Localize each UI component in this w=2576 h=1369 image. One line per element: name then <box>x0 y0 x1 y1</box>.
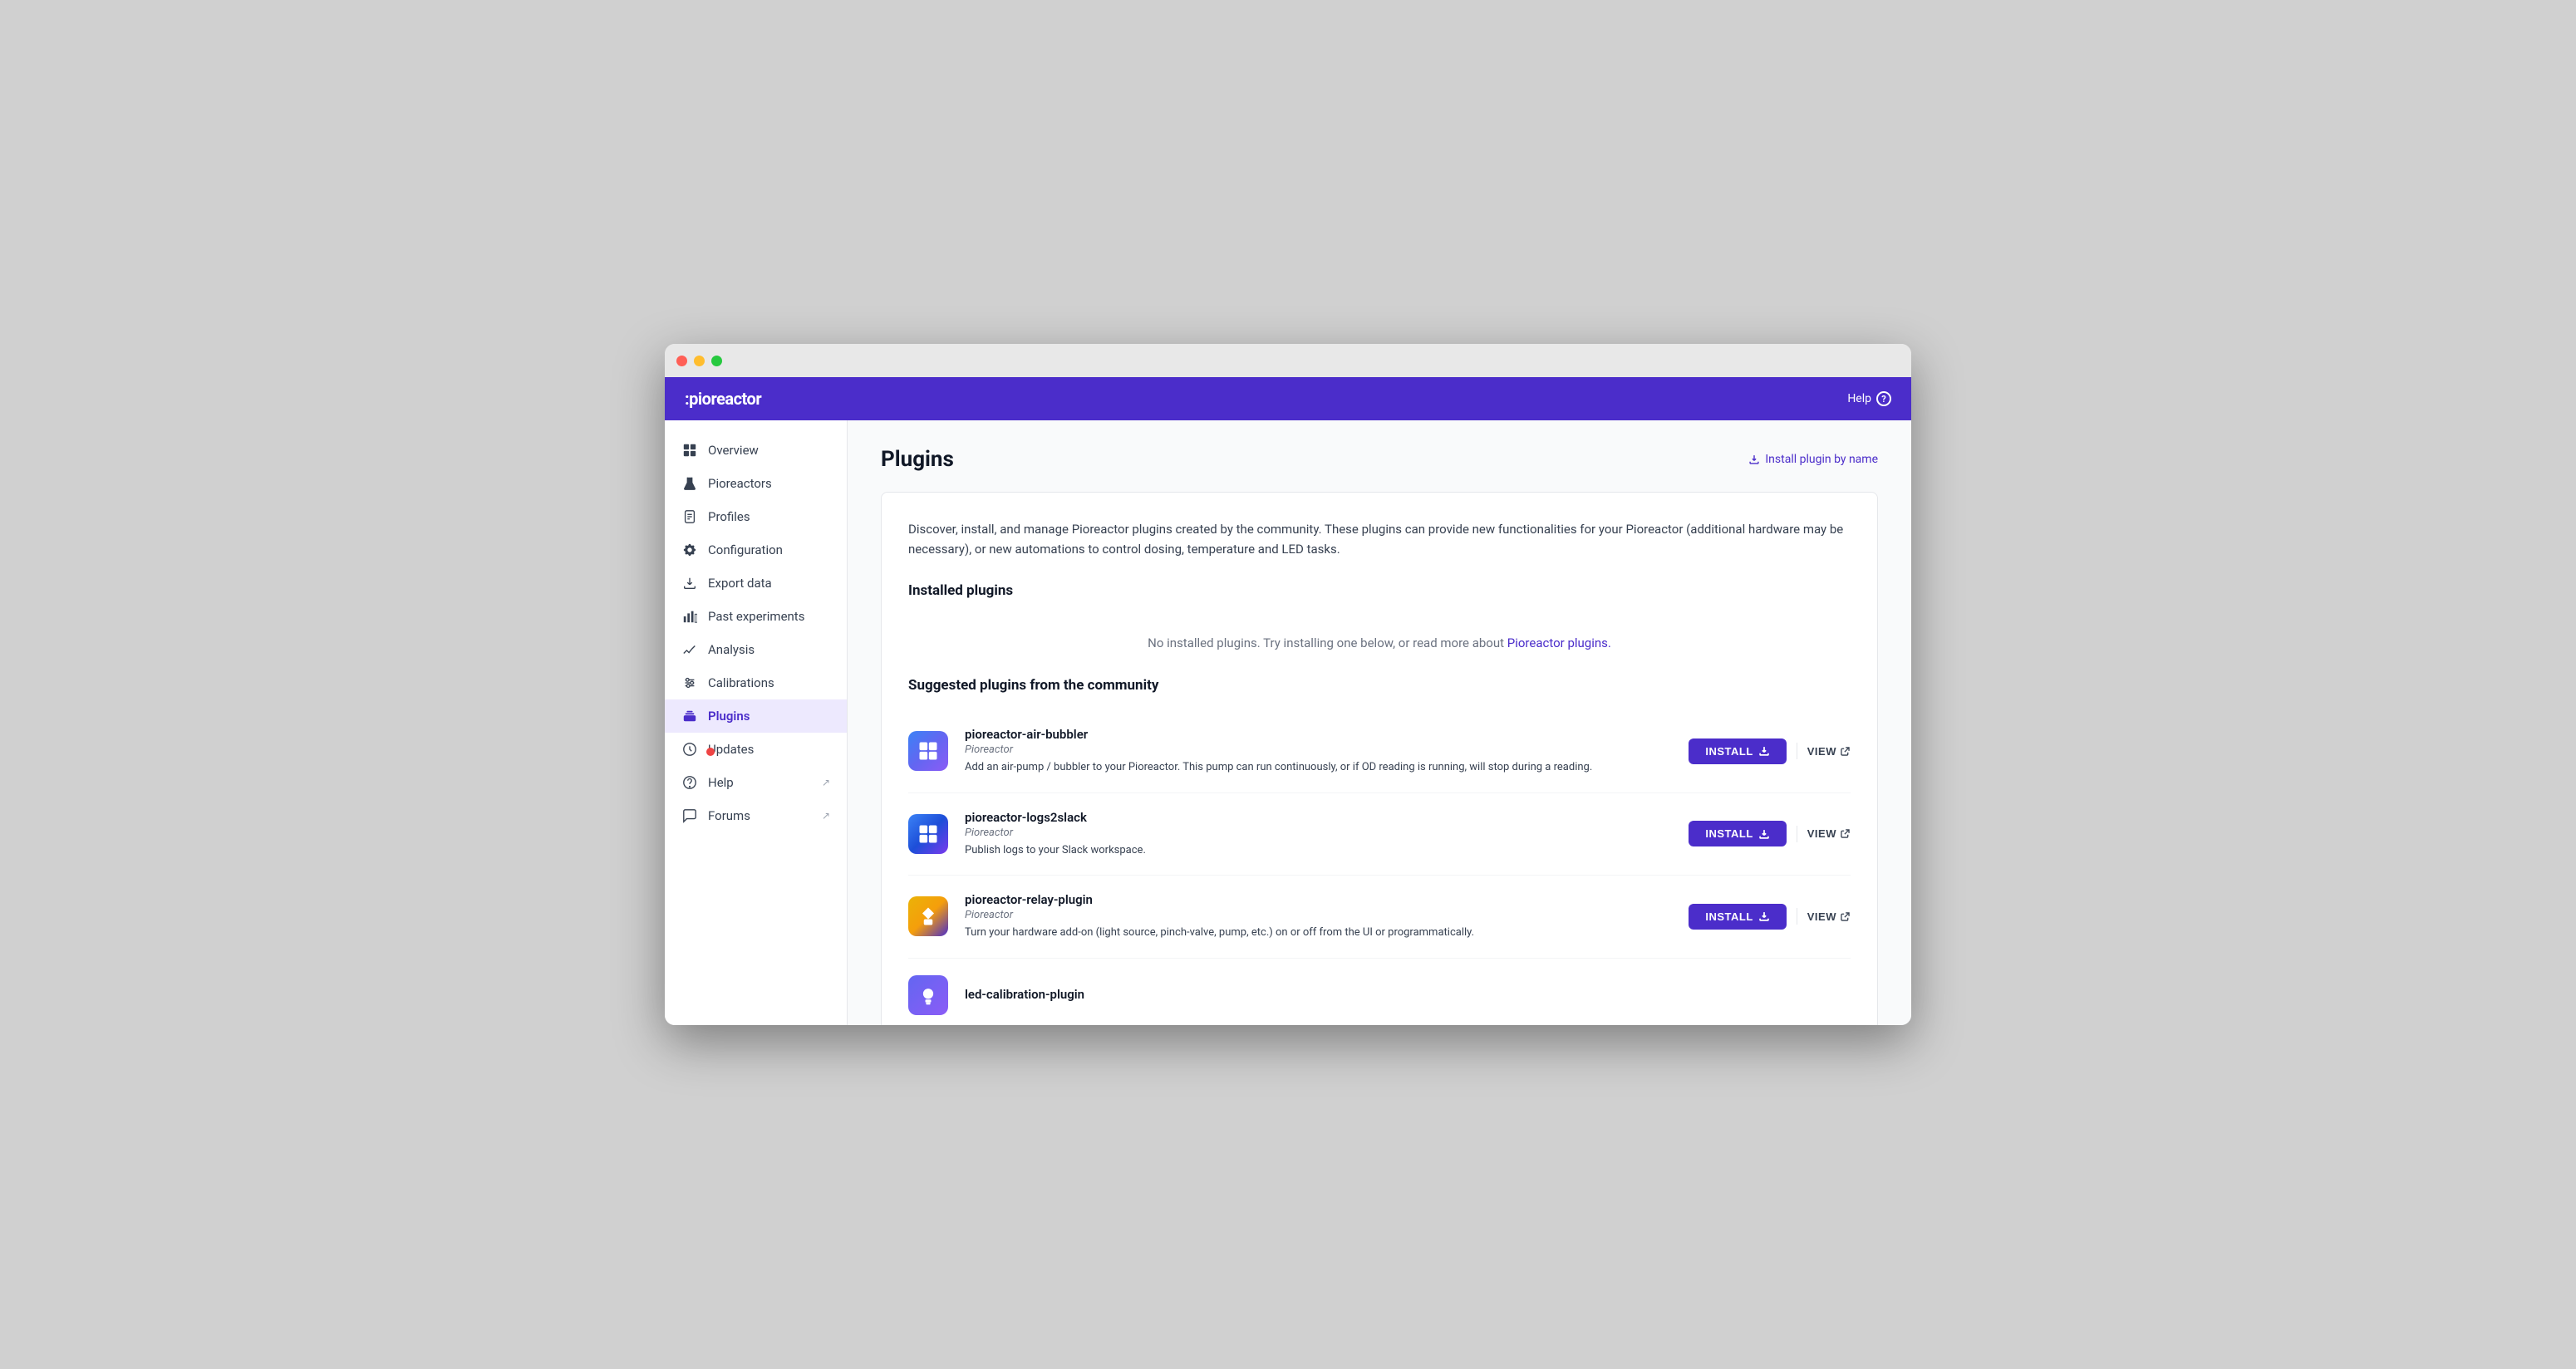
pioreactors-label: Pioreactors <box>708 476 772 491</box>
view-button-logs2slack[interactable]: VIEW <box>1807 827 1851 840</box>
pioreactor-plugins-link[interactable]: Pioreactor plugins. <box>1507 635 1611 650</box>
app-logo: :pioreactor <box>685 389 761 409</box>
file-icon <box>681 508 698 525</box>
plugin-name: pioreactor-air-bubbler <box>965 727 1672 742</box>
plugin-desc: Turn your hardware add-on (light source,… <box>965 925 1672 941</box>
sidebar-item-overview[interactable]: Overview <box>665 434 847 467</box>
plugin-author: Pioreactor <box>965 743 1672 756</box>
plugin-name: pioreactor-relay-plugin <box>965 892 1672 907</box>
plugin-info-relay-plugin: pioreactor-relay-plugin Pioreactor Turn … <box>965 892 1672 941</box>
export-data-label: Export data <box>708 576 772 591</box>
plugin-actions-logs2slack: INSTALL VIEW <box>1689 821 1851 846</box>
updates-badge <box>706 748 715 756</box>
plugin-icon-air-bubbler <box>908 731 948 771</box>
plugin-author: Pioreactor <box>965 827 1672 839</box>
chat-icon <box>681 807 698 824</box>
plugin-info-logs2slack: pioreactor-logs2slack Pioreactor Publish… <box>965 810 1672 859</box>
plugins-card: Discover, install, and manage Pioreactor… <box>881 492 1878 1025</box>
trend-icon <box>681 641 698 658</box>
profiles-label: Profiles <box>708 509 750 524</box>
sidebar-item-forums[interactable]: Forums ↗ <box>665 799 847 832</box>
view-button-air-bubbler[interactable]: VIEW <box>1807 745 1851 758</box>
sidebar-item-calibrations[interactable]: Calibrations <box>665 666 847 699</box>
help-nav-label: Help <box>708 775 734 790</box>
plugin-author: Pioreactor <box>965 909 1672 921</box>
plugin-item-logs2slack: pioreactor-logs2slack Pioreactor Publish… <box>908 793 1851 876</box>
plugin-item-relay-plugin: pioreactor-relay-plugin Pioreactor Turn … <box>908 876 1851 959</box>
page-title: Plugins <box>881 447 954 472</box>
sidebar-item-profiles[interactable]: Profiles <box>665 500 847 533</box>
help-icon: ? <box>1876 391 1891 406</box>
clock-icon <box>681 741 698 758</box>
install-plugin-by-name-link[interactable]: Install plugin by name <box>1748 453 1878 466</box>
plugin-icon-logs2slack <box>908 814 948 854</box>
forums-external-icon: ↗ <box>822 810 830 822</box>
forums-label: Forums <box>708 808 750 823</box>
sidebar: Overview Pioreactors <box>665 420 848 1025</box>
chart-bar-icon <box>681 608 698 625</box>
close-button[interactable] <box>676 356 687 366</box>
plugin-desc: Add an air-pump / bubbler to your Piorea… <box>965 759 1672 776</box>
download-small-icon <box>1748 454 1760 465</box>
sidebar-item-analysis[interactable]: Analysis <box>665 633 847 666</box>
sliders-icon <box>681 675 698 691</box>
page-header: Plugins Install plugin by name <box>881 447 1878 472</box>
installed-section-title: Installed plugins <box>908 582 1851 599</box>
plugin-info-air-bubbler: pioreactor-air-bubbler Pioreactor Add an… <box>965 727 1672 776</box>
calibrations-label: Calibrations <box>708 675 774 690</box>
configuration-label: Configuration <box>708 542 783 557</box>
content-area: Plugins Install plugin by name Discover,… <box>848 420 1911 1025</box>
sidebar-item-plugins[interactable]: Plugins <box>665 699 847 733</box>
install-button-air-bubbler[interactable]: INSTALL <box>1689 738 1786 764</box>
question-icon <box>681 774 698 791</box>
plugin-name: pioreactor-logs2slack <box>965 810 1672 825</box>
plugin-item-led-calibration: led-calibration-plugin <box>908 959 1851 1026</box>
past-experiments-label: Past experiments <box>708 609 804 624</box>
app-header: :pioreactor Help ? <box>665 377 1911 420</box>
grid-icon <box>681 442 698 459</box>
sidebar-item-past-experiments[interactable]: Past experiments <box>665 600 847 633</box>
sidebar-item-pioreactors[interactable]: Pioreactors <box>665 467 847 500</box>
plugin-info-led-calibration: led-calibration-plugin <box>965 987 1851 1003</box>
maximize-button[interactable] <box>711 356 722 366</box>
minimize-button[interactable] <box>694 356 705 366</box>
overview-label: Overview <box>708 443 759 458</box>
titlebar <box>665 344 1911 377</box>
intro-text: Discover, install, and manage Pioreactor… <box>908 519 1851 559</box>
plugin-actions-relay-plugin: INSTALL VIEW <box>1689 904 1851 930</box>
install-button-logs2slack[interactable]: INSTALL <box>1689 821 1786 846</box>
install-button-relay-plugin[interactable]: INSTALL <box>1689 904 1786 930</box>
sidebar-item-export-data[interactable]: Export data <box>665 567 847 600</box>
plugin-icon <box>681 708 698 724</box>
plugin-actions-air-bubbler: INSTALL VIEW <box>1689 738 1851 764</box>
analysis-label: Analysis <box>708 642 755 657</box>
help-external-icon: ↗ <box>822 777 830 788</box>
gear-icon <box>681 542 698 558</box>
sidebar-item-configuration[interactable]: Configuration <box>665 533 847 567</box>
no-plugins-message: No installed plugins. Try installing one… <box>908 616 1851 677</box>
install-link-label: Install plugin by name <box>1765 453 1878 466</box>
plugin-icon-relay-plugin <box>908 896 948 936</box>
help-label: Help <box>1847 392 1871 405</box>
updates-label: Updates <box>708 742 754 757</box>
sidebar-item-updates[interactable]: Updates <box>665 733 847 766</box>
plugin-item-air-bubbler: pioreactor-air-bubbler Pioreactor Add an… <box>908 710 1851 793</box>
suggested-section-title: Suggested plugins from the community <box>908 677 1851 694</box>
help-button[interactable]: Help ? <box>1847 391 1891 406</box>
plugins-label: Plugins <box>708 709 750 724</box>
plugin-icon-led-calibration <box>908 975 948 1015</box>
view-button-relay-plugin[interactable]: VIEW <box>1807 910 1851 923</box>
plugin-desc: Publish logs to your Slack workspace. <box>965 842 1672 859</box>
sidebar-item-help[interactable]: Help ↗ <box>665 766 847 799</box>
flask-icon <box>681 475 698 492</box>
plugin-name: led-calibration-plugin <box>965 987 1851 1002</box>
download-icon <box>681 575 698 591</box>
